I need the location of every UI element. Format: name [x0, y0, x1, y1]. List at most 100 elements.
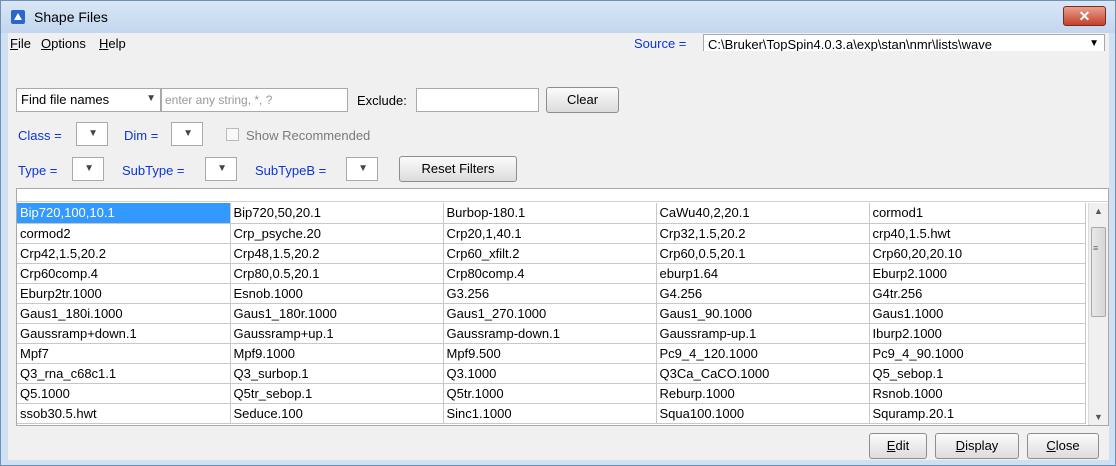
display-mnemonic: D: [955, 438, 966, 453]
menu-options[interactable]: Options: [41, 36, 86, 51]
file-cell[interactable]: Crp32,1.5,20.2: [656, 223, 870, 244]
exclude-label: Exclude:: [357, 93, 407, 108]
file-cell[interactable]: cormod1: [869, 203, 1086, 224]
file-cell[interactable]: Crp60,0.5,20.1: [656, 243, 870, 264]
file-cell[interactable]: Bip720,50,20.1: [230, 203, 444, 224]
file-cell[interactable]: Iburp2.1000: [869, 323, 1086, 344]
subtypeb-dropdown[interactable]: ▼: [346, 157, 378, 181]
file-cell[interactable]: Q5tr.1000: [443, 383, 657, 404]
reset-filters-button[interactable]: Reset Filters: [399, 156, 517, 182]
edit-label-rest: dit: [895, 438, 910, 453]
file-cell[interactable]: Pc9_4_90.1000: [869, 343, 1086, 364]
file-cell[interactable]: Crp20,1,40.1: [443, 223, 657, 244]
class-dropdown[interactable]: ▼: [76, 122, 108, 146]
file-cell[interactable]: Crp48,1.5,20.2: [230, 243, 444, 264]
file-cell[interactable]: Sinc1.1000: [443, 403, 657, 424]
file-cell[interactable]: Eburp2.1000: [869, 263, 1086, 284]
file-cell[interactable]: Eburp2tr.1000: [17, 283, 231, 304]
file-cell[interactable]: Gaussramp-down.1: [443, 323, 657, 344]
file-cell[interactable]: Seduce.100: [230, 403, 444, 424]
file-cell[interactable]: Q3Ca_CaCO.1000: [656, 363, 870, 384]
shape-files-window: Shape Files ✕ File Options Help Source =…: [0, 0, 1116, 466]
chevron-down-icon: ▼: [146, 93, 156, 104]
subtype-label: SubType =: [122, 163, 185, 178]
scroll-down-icon[interactable]: ▼: [1094, 412, 1103, 422]
table-row: Q5.1000 Q5tr_sebop.1 Q5tr.1000 Reburp.1000 R…: [17, 383, 1086, 404]
close-label-rest: lose: [1055, 438, 1080, 453]
file-cell[interactable]: cormod2: [17, 223, 231, 244]
subtypeb-label: SubTypeB =: [255, 163, 327, 178]
file-cell[interactable]: Gaussramp-up.1: [656, 323, 870, 344]
file-cell[interactable]: Pc9_4_120.1000: [656, 343, 870, 364]
display-button[interactable]: Display: [935, 433, 1019, 459]
table-row: Eburp2tr.1000 Esnob.1000 G3.256 G4.256 G4tr.…: [17, 283, 1086, 304]
file-cell[interactable]: crp40,1.5.hwt: [869, 223, 1086, 244]
file-cell[interactable]: Burbop-180.1: [443, 203, 657, 224]
file-cell[interactable]: Crp60,20,20.10: [869, 243, 1086, 264]
find-mode-value: Find file names: [21, 92, 110, 107]
shape-file-table: Bip720,100,10.1 Bip720,50,20.1 Burbop-180.…: [16, 188, 1109, 426]
source-value: C:\Bruker\TopSpin4.0.3.a\exp\stan\nmr\li…: [708, 37, 992, 52]
file-cell[interactable]: Rsnob.1000: [869, 383, 1086, 404]
file-cell[interactable]: Q5.1000: [17, 383, 231, 404]
file-cell[interactable]: Crp42,1.5,20.2: [17, 243, 231, 264]
file-cell[interactable]: Crp80comp.4: [443, 263, 657, 284]
file-cell[interactable]: G3.256: [443, 283, 657, 304]
show-recommended-checkbox[interactable]: [226, 128, 239, 141]
file-cell[interactable]: Squa100.1000: [656, 403, 870, 424]
file-cell[interactable]: Q5_sebop.1: [869, 363, 1086, 384]
file-cell[interactable]: G4tr.256: [869, 283, 1086, 304]
file-cell[interactable]: ssob30.5.hwt: [17, 403, 231, 424]
grip-icon: ≡: [1093, 243, 1099, 253]
display-label-rest: isplay: [965, 438, 999, 453]
file-cell[interactable]: Q3_rna_c68c1.1: [17, 363, 231, 384]
file-cell[interactable]: Q3.1000: [443, 363, 657, 384]
file-cell[interactable]: G4.256: [656, 283, 870, 304]
file-cell[interactable]: Gaus1_180r.1000: [230, 303, 444, 324]
file-cell[interactable]: Crp60_xfilt.2: [443, 243, 657, 264]
window-close-button[interactable]: ✕: [1063, 6, 1106, 26]
file-cell[interactable]: Gaus1_90.1000: [656, 303, 870, 324]
dim-dropdown[interactable]: ▼: [171, 122, 203, 146]
dim-label: Dim =: [124, 128, 159, 143]
file-cell[interactable]: Esnob.1000: [230, 283, 444, 304]
type-dropdown[interactable]: ▼: [72, 157, 104, 181]
file-cell[interactable]: Bip720,100,10.1: [17, 203, 231, 224]
file-cell[interactable]: eburp1.64: [656, 263, 870, 284]
vertical-scrollbar[interactable]: ▲ ≡ ▼: [1088, 203, 1108, 425]
find-mode-dropdown[interactable]: Find file names ▼: [16, 88, 161, 112]
chevron-down-icon: ▼: [88, 128, 98, 139]
menu-help[interactable]: Help: [99, 36, 126, 51]
file-cell[interactable]: Mpf9.1000: [230, 343, 444, 364]
file-cell[interactable]: Mpf9.500: [443, 343, 657, 364]
scrollbar-thumb[interactable]: [1091, 227, 1106, 317]
file-cell[interactable]: Gaus1_180i.1000: [17, 303, 231, 324]
file-cell[interactable]: CaWu40,2,20.1: [656, 203, 870, 224]
clear-button[interactable]: Clear: [546, 87, 619, 113]
exclude-input[interactable]: [416, 88, 539, 112]
edit-button[interactable]: Edit: [869, 433, 927, 459]
file-cell[interactable]: Squramp.20.1: [869, 403, 1086, 424]
file-cell[interactable]: Mpf7: [17, 343, 231, 364]
file-cell[interactable]: Q3_surbop.1: [230, 363, 444, 384]
file-cell[interactable]: Gaussramp+down.1: [17, 323, 231, 344]
file-cell[interactable]: Gaussramp+up.1: [230, 323, 444, 344]
subtype-dropdown[interactable]: ▼: [205, 157, 237, 181]
title-bar: Shape Files ✕: [1, 1, 1115, 33]
type-label: Type =: [18, 163, 58, 178]
file-cell[interactable]: Reburp.1000: [656, 383, 870, 404]
file-cell[interactable]: Gaus1.1000: [869, 303, 1086, 324]
window-title: Shape Files: [34, 9, 108, 25]
file-cell[interactable]: Q5tr_sebop.1: [230, 383, 444, 404]
file-cell[interactable]: Crp80,0.5,20.1: [230, 263, 444, 284]
close-button[interactable]: Close: [1027, 433, 1099, 459]
table-row: Gaus1_180i.1000 Gaus1_180r.1000 Gaus1_270.…: [17, 303, 1086, 324]
scroll-up-icon[interactable]: ▲: [1094, 206, 1103, 216]
file-cell[interactable]: Gaus1_270.1000: [443, 303, 657, 324]
file-cell[interactable]: Crp_psyche.20: [230, 223, 444, 244]
search-input[interactable]: enter any string, *, ?: [161, 88, 348, 112]
menu-file[interactable]: File: [10, 36, 31, 51]
topspin-app-icon: [11, 10, 25, 24]
chevron-down-icon: ▼: [84, 163, 94, 174]
file-cell[interactable]: Crp60comp.4: [17, 263, 231, 284]
